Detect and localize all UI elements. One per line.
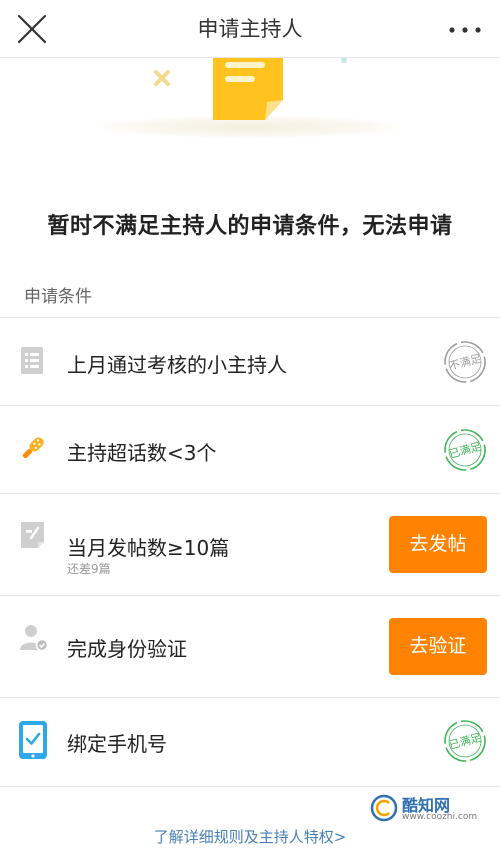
condition-row: 当月发帖数≥10篇 还差9篇 去发帖 [0,494,500,595]
conditions-list: 上月通过考核的小主持人 不满足 主持超话数<3个 已满足 当月发帖数≥10篇 还… [0,317,500,787]
edit-icon [21,522,44,548]
condition-row: 上月通过考核的小主持人 不满足 [0,318,500,405]
condition-label: 上月通过考核的小主持人 [67,353,287,377]
sparkle-icon [154,70,170,86]
met-stamp: 已满足 [444,429,486,471]
condition-hint: 还差9篇 [67,562,111,576]
list-icon [21,347,43,374]
ineligible-notice: 暂时不满足主持人的申请条件，无法申请 [47,214,453,239]
condition-row: 主持超话数<3个 已满足 [0,406,500,493]
condition-label: 当月发帖数≥10篇 [67,536,230,560]
watermark: 酷知网 www.coozhi.com [370,790,482,830]
watermark-logo-icon [370,794,398,822]
section-label: 申请条件 [24,287,92,307]
go-post-button[interactable]: 去发帖 [389,516,487,573]
svg-text:不满足: 不满足 [448,352,483,373]
condition-label: 绑定手机号 [67,732,167,756]
condition-row: 完成身份验证 去验证 [0,596,500,697]
more-icon[interactable] [448,26,482,34]
rules-link[interactable]: 了解详细规则及主持人特权> [0,826,500,847]
document-icon [213,58,283,120]
divider [0,786,500,787]
condition-label: 完成身份验证 [67,637,187,661]
page-title: 申请主持人 [197,17,303,41]
phone-check-icon [19,721,47,759]
go-verify-button[interactable]: 去验证 [389,618,487,675]
nav-bar: 申请主持人 [0,0,500,58]
svg-text:已满足: 已满足 [448,440,483,461]
microphone-icon [22,437,44,459]
not-met-stamp: 不满足 [444,341,486,383]
user-verify-icon [20,625,48,652]
hero-illustration [0,58,500,148]
watermark-url: www.coozhi.com [402,812,478,822]
condition-row: 绑定手机号 已满足 [0,698,500,786]
dot-icon [341,58,347,63]
met-stamp: 已满足 [444,720,486,762]
condition-label: 主持超话数<3个 [67,441,217,465]
svg-text:已满足: 已满足 [448,731,483,752]
